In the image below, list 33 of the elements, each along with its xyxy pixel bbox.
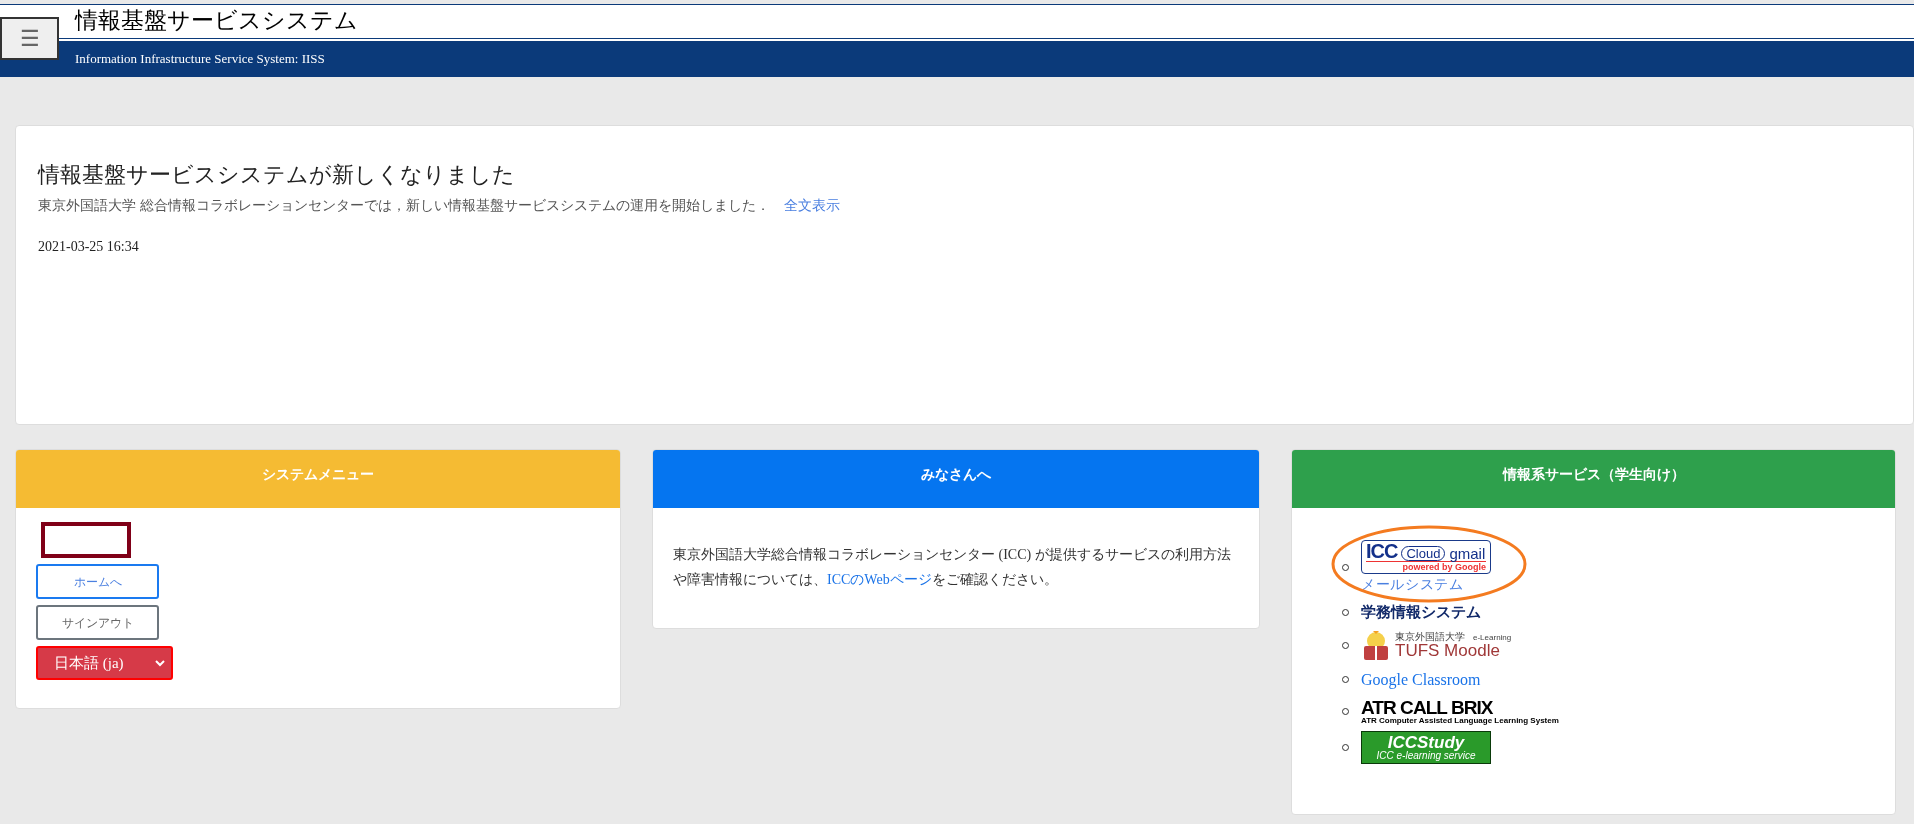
mail-link[interactable]: メールシステム [1361,574,1464,596]
info-text: 東京外国語大学総合情報コラボレーションセンター (ICC) が提供するサービスの利用方法や障害情報については、ICCのWebページをご確認ください。 [672,546,1232,589]
logo-text: ICC e-learning service [1376,750,1476,761]
notice-title: 情報基盤サービスシステムが新しくなりました [38,161,515,189]
classroom-link[interactable]: Google Classroom [1361,667,1481,692]
notice-text: 東京外国語大学 総合情報コラボレーションセンターでは，新しい情報基盤サービスシステムの運用を開始しました． 全文表示 [38,197,840,215]
chevron-down-icon [155,659,165,667]
logo-text: ICC [1366,541,1398,561]
logo-text: e-Learning [1473,634,1512,643]
notice-date: 2021-03-25 16:34 [38,238,139,256]
system-link[interactable]: 学務情報システム [1361,601,1481,624]
atr-logo[interactable]: ATR CALL BRIX ATR Computer Assisted Language Learning System [1361,697,1559,725]
logo-text: ATR Computer Assisted Language Learning System [1361,716,1559,725]
site-subtitle: Information Infrastructure Service System: IISS [75,50,325,69]
home-button[interactable]: ホームへ [36,564,159,599]
panel-title: 情報系サービス（学生向け） [1502,466,1685,484]
chick-icon [1361,629,1391,662]
language-select[interactable]: 日本語 (ja) [36,646,173,680]
menu-button[interactable]: ☰ [0,17,59,60]
read-more-link[interactable]: 全文表示 [783,198,840,213]
logo-text: 東京外国語大学 [1395,632,1465,643]
mail-logo[interactable]: ICC Cloud gmail powered by Google [1361,540,1491,575]
logo-text: TUFS Moodle [1395,642,1500,660]
logo-text: ICCStudy [1387,733,1465,751]
panel-title: システムメニュー [262,466,374,484]
signout-button[interactable]: サインアウト [36,605,159,640]
icc-web-link[interactable]: ICCのWebページ [827,572,932,587]
moodle-logo[interactable]: 東京外国語大学 e-Learning TUFS Moodle [1361,629,1512,662]
iccstudy-logo[interactable]: ICCStudy ICC e-learning service [1361,730,1491,764]
logo-text: ATR CALL BRIX [1361,697,1494,717]
logo-text: powered by Google [1402,562,1486,574]
panel-title: みなさんへ [921,466,991,484]
site-title: 情報基盤サービスシステム [75,7,358,36]
